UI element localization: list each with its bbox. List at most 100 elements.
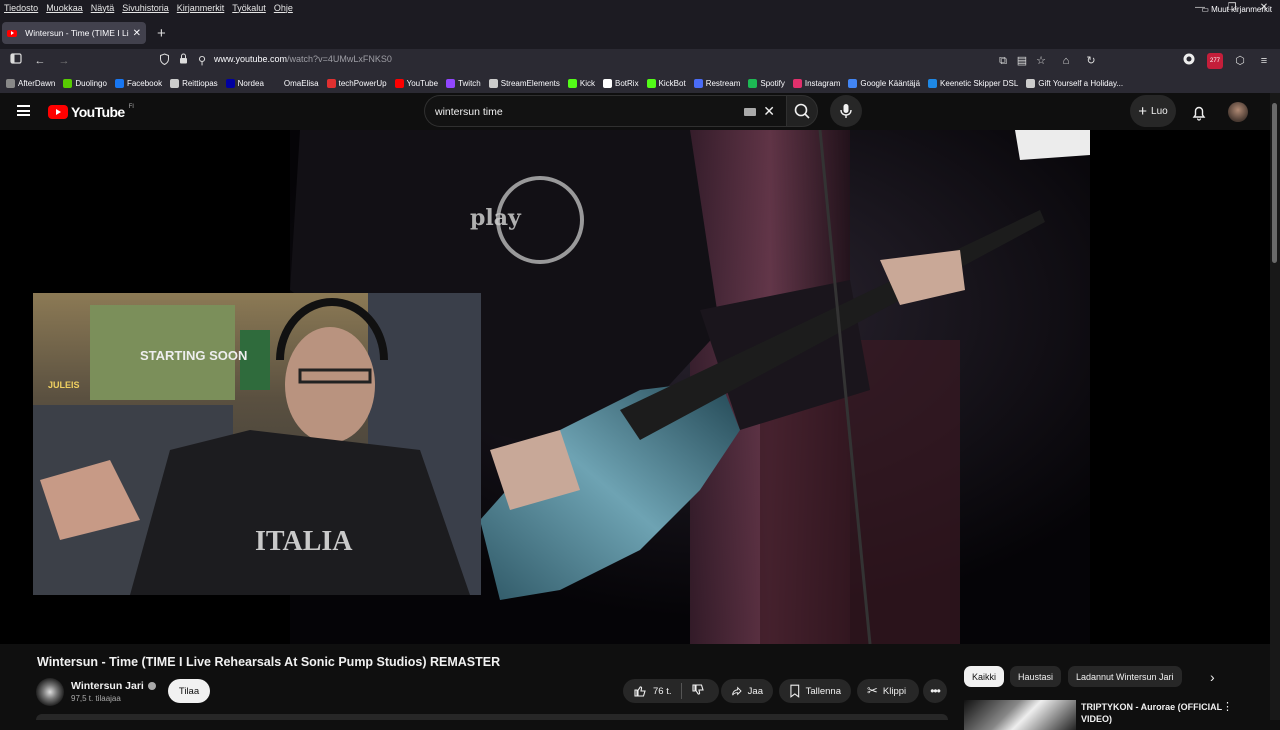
bookmark-item[interactable]: Restream [694, 79, 741, 88]
bookmark-item[interactable]: Twitch [446, 79, 481, 88]
bookmark-label: techPowerUp [339, 79, 387, 88]
close-tab-icon[interactable]: ✕ [133, 28, 141, 39]
menu-icon[interactable]: ≡ [1256, 53, 1272, 69]
menu-file[interactable]: Tiedosto [4, 3, 38, 13]
like-dislike-group: 76 t. [623, 679, 719, 703]
recommended-title[interactable]: TRIPTYKON - Aurorae (OFFICIAL VIDEO) [1081, 701, 1231, 725]
create-button[interactable]: + Luo [1130, 95, 1176, 127]
bookmark-item[interactable]: KickBot [647, 79, 686, 88]
bookmark-item[interactable]: StreamElements [489, 79, 560, 88]
youtube-header: YouTube FI wintersun time ✕ + Luo [0, 93, 1270, 130]
bookmark-item[interactable]: Instagram [793, 79, 841, 88]
search-input[interactable]: wintersun time ✕ [424, 95, 786, 127]
lock-icon[interactable] [175, 53, 191, 69]
chevron-right-icon[interactable]: › [1210, 669, 1215, 685]
forward-icon[interactable]: → [56, 53, 72, 69]
scrollbar-thumb[interactable] [1272, 103, 1277, 263]
menu-edit[interactable]: Muokkaa [46, 3, 83, 13]
dislike-button[interactable] [691, 683, 705, 700]
bookmark-save-icon [789, 684, 801, 698]
chip-from-search[interactable]: Haustasi [1010, 666, 1061, 687]
bookmark-favicon-icon [568, 79, 577, 88]
bookmark-favicon-icon [63, 79, 72, 88]
menu-history[interactable]: Sivuhistoria [122, 3, 169, 13]
reload-icon[interactable]: ↻ [1083, 53, 1099, 69]
bookmark-favicon-icon [647, 79, 656, 88]
share-label: Jaa [748, 686, 763, 697]
tab-youtube[interactable]: Wintersun - Time (TIME I Li ✕ [2, 22, 146, 44]
menu-bookmarks[interactable]: Kirjanmerkit [177, 3, 225, 13]
account-icon[interactable] [1181, 53, 1197, 69]
avatar[interactable] [1228, 102, 1248, 122]
bookmark-item[interactable]: AfterDawn [6, 79, 55, 88]
bookmark-item[interactable]: Kick [568, 79, 595, 88]
share-icon [731, 684, 743, 698]
bookmark-item[interactable]: Facebook [115, 79, 162, 88]
clip-label: Klippi [883, 686, 906, 697]
verified-badge-icon [148, 682, 156, 690]
sidebar-icon[interactable] [8, 53, 24, 69]
new-tab-icon[interactable]: + [157, 25, 166, 42]
channel-avatar[interactable] [36, 678, 64, 706]
reader-view-icon[interactable]: ▤ [1014, 53, 1030, 69]
save-button[interactable]: Tallenna [779, 679, 851, 703]
bookmark-star-icon[interactable]: ☆ [1033, 53, 1049, 69]
bookmark-item[interactable]: Reittiopas [170, 79, 218, 88]
bookmark-item[interactable]: OmaElisa [272, 79, 319, 88]
like-button[interactable]: 76 t. [633, 684, 672, 698]
screenshot-icon[interactable]: ⧉ [995, 53, 1011, 69]
youtube-logo[interactable]: YouTube FI [48, 104, 134, 120]
bookmark-item[interactable]: techPowerUp [327, 79, 387, 88]
permissions-icon[interactable]: ⚲ [194, 53, 210, 69]
extension-badge-icon[interactable]: 277 [1207, 53, 1223, 69]
clip-button[interactable]: ✂ Klippi [857, 679, 919, 703]
guide-menu-icon[interactable] [17, 105, 30, 116]
menu-help[interactable]: Ohje [274, 3, 293, 13]
menu-tools[interactable]: Työkalut [232, 3, 266, 13]
bookmark-item[interactable]: BotRix [603, 79, 639, 88]
channel-name-text: Wintersun Jari [71, 680, 144, 692]
bookmark-favicon-icon [848, 79, 857, 88]
bookmark-label: Restream [706, 79, 741, 88]
other-bookmarks[interactable]: ▭ Muut kirjanmerkit [1201, 5, 1272, 14]
keyboard-icon[interactable] [744, 108, 756, 116]
bookmark-item[interactable]: Google Kääntäjä [848, 79, 920, 88]
tab-title: Wintersun - Time (TIME I Li [25, 28, 128, 38]
url-bar[interactable]: www.youtube.com/watch?v=4UMwLxFNKS0 [214, 54, 392, 64]
bookmark-item[interactable]: YouTube [395, 79, 438, 88]
back-icon[interactable]: ← [32, 53, 48, 69]
clear-search-icon[interactable]: ✕ [763, 103, 775, 120]
chip-all[interactable]: Kaikki [964, 666, 1004, 687]
bookmark-item[interactable]: Spotify [748, 79, 784, 88]
search-icon [787, 96, 817, 126]
navigation-bar: ← → ⚲ www.youtube.com/watch?v=4UMwLxFNKS… [0, 49, 1280, 73]
menu-bar: Tiedosto Muokkaa Näytä Sivuhistoria Kirj… [0, 0, 1280, 15]
bookmarks-bar: AfterDawn Duolingo Facebook Reittiopas Norde… [0, 73, 1280, 93]
bookmark-item[interactable]: Keenetic Skipper DSL [928, 79, 1018, 88]
channel-name[interactable]: Wintersun Jari [71, 680, 156, 692]
bookmark-item[interactable]: Nordea [226, 79, 264, 88]
search-value: wintersun time [435, 106, 503, 118]
description-box[interactable] [36, 714, 948, 720]
recommended-thumbnail[interactable] [964, 700, 1076, 730]
bookmark-favicon-icon [395, 79, 404, 88]
recommended-more-icon[interactable]: ⋮ [1222, 700, 1233, 713]
chip-uploaded-by[interactable]: Ladannut Wintersun Jari [1068, 666, 1182, 687]
voice-search-button[interactable] [830, 95, 862, 127]
share-button[interactable]: Jaa [721, 679, 773, 703]
bookmark-item[interactable]: Gift Yourself a Holiday... [1026, 79, 1123, 88]
menu-view[interactable]: Näytä [91, 3, 115, 13]
more-actions-button[interactable]: ••• [923, 679, 947, 703]
bookmark-item[interactable]: Duolingo [63, 79, 107, 88]
bookmark-favicon-icon [793, 79, 802, 88]
search-button[interactable] [786, 95, 818, 127]
extensions-icon[interactable]: ⬡ [1232, 53, 1248, 69]
video-player[interactable]: play STARTING SOON JULEIS ITALIA [0, 130, 1270, 644]
page-scrollbar[interactable] [1270, 93, 1280, 720]
tracking-shield-icon[interactable] [156, 53, 172, 69]
subscribe-button[interactable]: Tilaa [168, 679, 210, 703]
notifications-bell-icon[interactable] [1188, 102, 1210, 124]
home-icon[interactable]: ⌂ [1058, 53, 1074, 69]
url-path: /watch?v=4UMwLxFNKS0 [287, 54, 392, 64]
bookmark-label: Reittiopas [182, 79, 218, 88]
